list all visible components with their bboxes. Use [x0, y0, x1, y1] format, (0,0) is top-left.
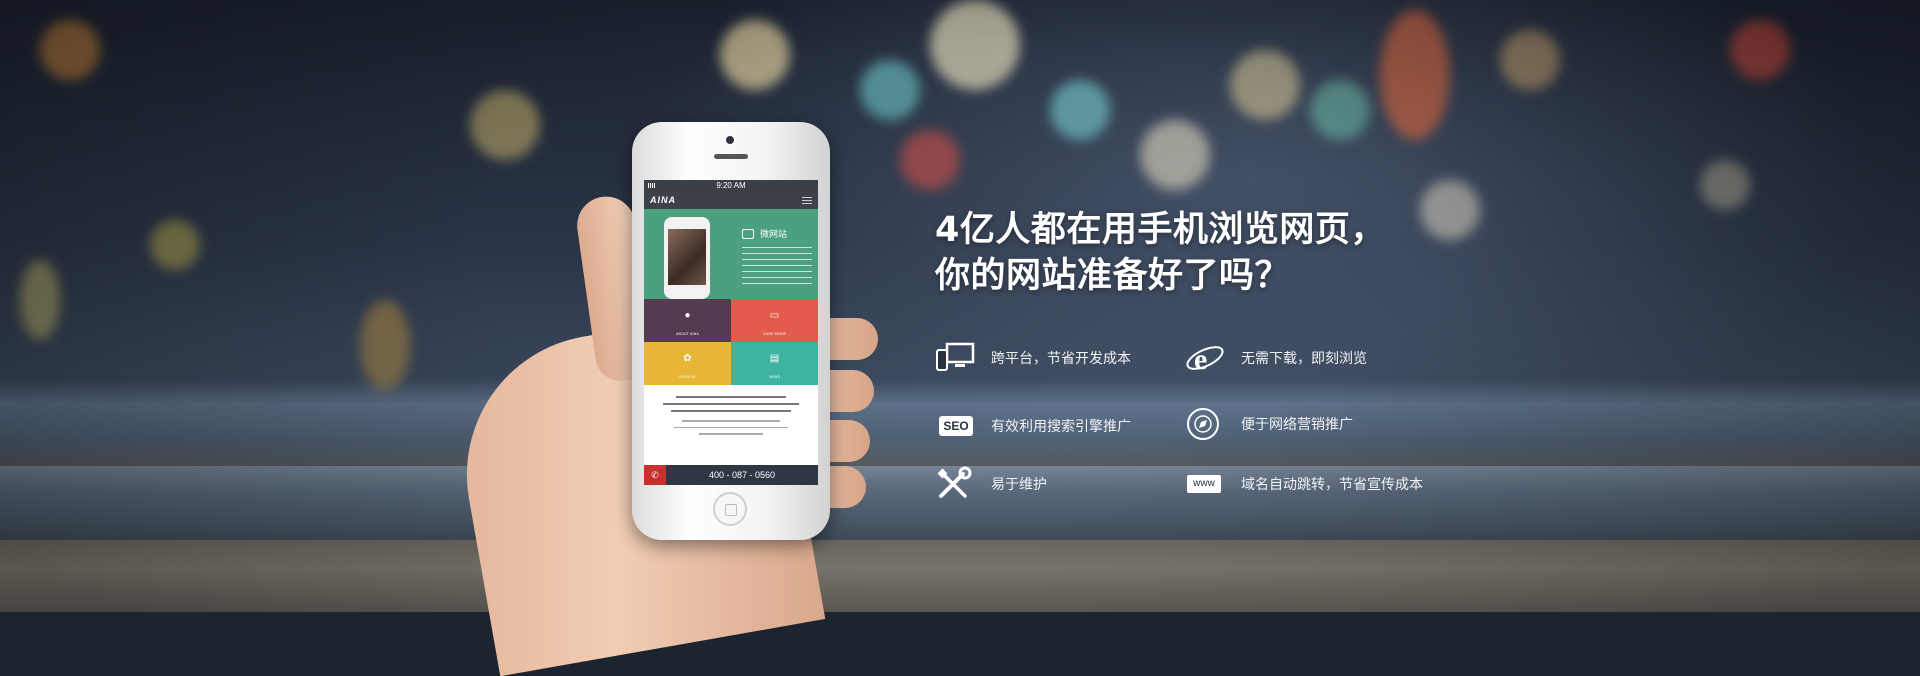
svg-text:e: e: [1194, 343, 1207, 376]
mobile-hero-banner: 微网站: [644, 209, 818, 299]
feature-cross-platform: 跨平台，节省开发成本: [935, 340, 1131, 376]
text-line: [663, 403, 799, 405]
hero-description: [742, 247, 812, 287]
headline-line-1: 4亿人都在用手机浏览网页，: [935, 210, 1386, 250]
tools-icon: [935, 466, 977, 502]
lightbulb-icon: ●: [684, 310, 691, 321]
chat-icon: [742, 229, 754, 239]
feature-seo: SEO 有效利用搜索引擎推广: [935, 408, 1131, 444]
vignette-overlay: [0, 0, 1920, 612]
text-line: [670, 410, 792, 412]
monitor-icon: ▭: [769, 310, 780, 321]
status-bar: 9:20 AM: [644, 180, 818, 192]
camera-icon: [726, 136, 734, 144]
phone-illustration: [664, 217, 710, 299]
feature-marketing: 便于网络营销推广: [1185, 406, 1353, 442]
text-line: [675, 396, 787, 398]
status-time: 9:20 AM: [716, 181, 746, 190]
tile-news[interactable]: ▤ NEWS: [731, 342, 818, 385]
smartphone: 9:20 AM AINA 微网站 ● ABOUT AINA ▭ CASE SHO…: [632, 122, 830, 540]
call-bar[interactable]: ✆ 400 - 087 - 0560: [644, 465, 818, 485]
feature-label: 无需下载，即刻浏览: [1241, 351, 1367, 367]
feature-label: 域名自动跳转，节省宣传成本: [1241, 477, 1423, 493]
tile-label: CASE SHOW: [762, 332, 787, 336]
home-button[interactable]: [713, 492, 747, 526]
document-icon: ▤: [769, 353, 780, 364]
text-line: [682, 420, 780, 422]
seo-icon: SEO: [935, 408, 977, 444]
mobile-site-header: AINA: [644, 192, 818, 209]
tile-label: ABOUT AINA: [676, 332, 699, 336]
speaker-grille: [714, 154, 748, 159]
call-number[interactable]: 400 - 087 - 0560: [666, 465, 818, 485]
headline: 4亿人都在用手机浏览网页， 你的网站准备好了吗？: [935, 207, 1386, 299]
nav-tiles: ● ABOUT AINA ▭ CASE SHOW ✿ SERVICE ▤ NEW…: [644, 299, 818, 385]
feature-domain-redirect: www 域名自动跳转，节省宣传成本: [1185, 466, 1423, 502]
photo-thumbnail: [668, 229, 706, 285]
hero-title: 微网站: [760, 229, 788, 239]
background-photo: [0, 0, 1920, 612]
feature-label: 有效利用搜索引擎推广: [991, 419, 1131, 435]
tile-service[interactable]: ✿ SERVICE: [644, 342, 731, 385]
site-logo[interactable]: AINA: [650, 195, 676, 205]
compass-icon: [1185, 406, 1227, 442]
menu-icon[interactable]: [802, 197, 812, 204]
feature-label: 跨平台，节省开发成本: [991, 351, 1131, 367]
tile-case-show[interactable]: ▭ CASE SHOW: [731, 299, 818, 342]
phone-screen: 9:20 AM AINA 微网站 ● ABOUT AINA ▭ CASE SHO…: [644, 180, 818, 485]
text-line: [699, 433, 763, 435]
gear-icon: ✿: [683, 353, 692, 364]
feature-label: 易于维护: [991, 477, 1047, 493]
tile-label: SERVICE: [679, 375, 696, 379]
about-text: [644, 385, 818, 446]
feature-label: 便于网络营销推广: [1241, 417, 1353, 433]
tile-label: NEWS: [768, 375, 781, 379]
feature-maintenance: 易于维护: [935, 466, 1047, 502]
devices-icon: [935, 340, 977, 376]
headline-line-2: 你的网站准备好了吗？: [935, 256, 1291, 296]
feature-no-download: e 无需下载，即刻浏览: [1185, 340, 1367, 376]
text-line: [674, 426, 788, 428]
signal-icon: [648, 183, 656, 188]
ie-browser-icon: e: [1185, 340, 1227, 376]
www-icon: www: [1185, 466, 1227, 502]
phone-icon[interactable]: ✆: [644, 465, 666, 485]
tile-about[interactable]: ● ABOUT AINA: [644, 299, 731, 342]
